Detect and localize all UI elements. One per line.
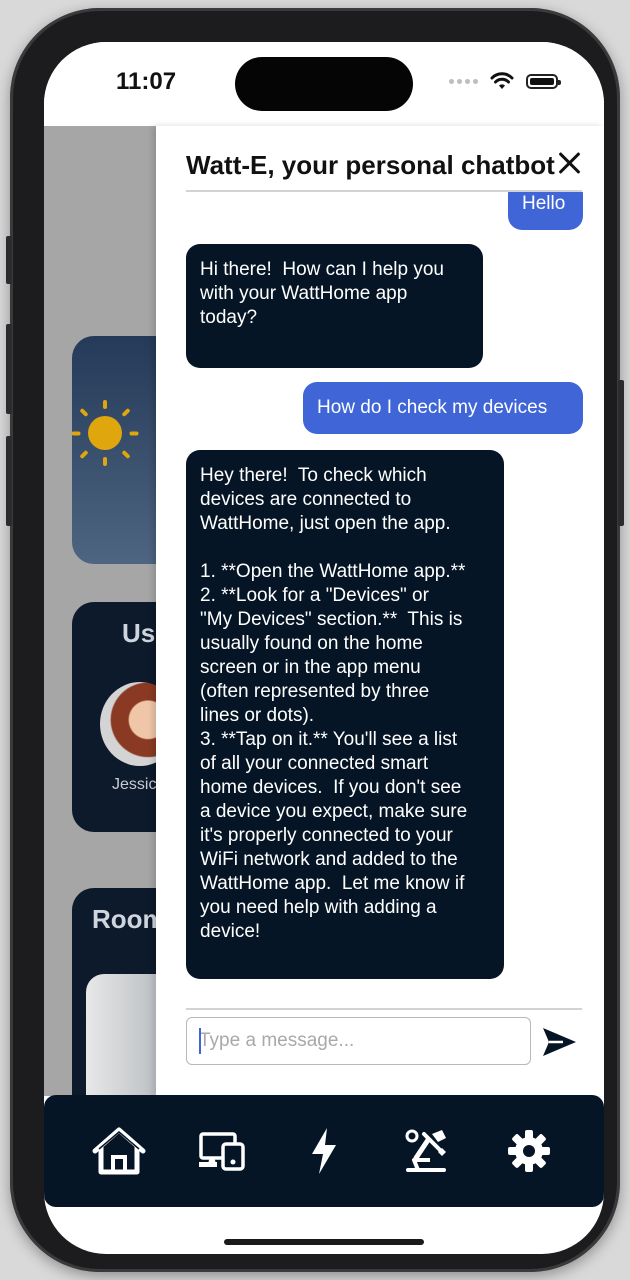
message-list[interactable]: Hello Hi there! How can I help you with … <box>156 192 604 1010</box>
power-button <box>618 380 624 526</box>
energy-bolt-icon <box>311 1128 336 1174</box>
user-message: Hello <box>508 192 583 230</box>
volume-up-button <box>6 324 12 414</box>
settings-gear-icon <box>507 1130 550 1172</box>
dynamic-island <box>235 57 413 111</box>
cellular-signal-icon <box>449 78 478 84</box>
home-icon <box>92 1127 146 1175</box>
user-name: Jessic <box>112 776 156 793</box>
message-input[interactable] <box>186 1017 531 1065</box>
send-icon[interactable] <box>539 1024 579 1060</box>
background-app: Use Jessic Room <box>44 126 156 1096</box>
close-icon[interactable] <box>557 150 583 176</box>
status-bar: 11:07 <box>44 42 604 126</box>
bot-message: Hey there! To check which devices are co… <box>186 450 504 979</box>
action-button <box>6 236 12 284</box>
avatar <box>100 682 156 766</box>
rooms-title: Room <box>92 904 156 934</box>
tools-icon <box>405 1129 447 1172</box>
sun-icon <box>88 416 122 450</box>
tab-bar <box>44 1095 604 1207</box>
room-image <box>86 974 156 1096</box>
tab-home[interactable] <box>84 1116 154 1186</box>
rooms-card: Room <box>72 888 156 1096</box>
screen: 11:07 Us Jessic Room Watt-E, your person… <box>44 42 604 1254</box>
tab-tools[interactable] <box>391 1116 461 1186</box>
divider <box>186 1008 582 1010</box>
devices-icon <box>198 1132 245 1171</box>
chatbot-panel: Watt-E, your personal chatbot Hello Hi t… <box>156 126 604 1096</box>
users-title: Use <box>122 618 156 648</box>
status-time: 11:07 <box>116 68 177 95</box>
bot-message: Hi there! How can I help you with your W… <box>186 244 483 368</box>
text-cursor <box>199 1028 201 1054</box>
status-icons <box>449 72 561 90</box>
tab-energy[interactable] <box>289 1116 359 1186</box>
weather-card <box>71 336 156 564</box>
chat-title: Watt-E, your personal chatbot <box>186 150 555 180</box>
tab-devices[interactable] <box>187 1116 257 1186</box>
battery-icon <box>526 73 561 89</box>
phone-frame: 11:07 Us Jessic Room Watt-E, your person… <box>6 8 624 1272</box>
user-message: How do I check my devices <box>303 382 583 434</box>
tab-settings[interactable] <box>494 1116 564 1186</box>
users-card: Use Jessic <box>72 602 156 832</box>
wifi-icon <box>490 72 514 89</box>
volume-down-button <box>6 436 12 526</box>
home-indicator <box>224 1239 424 1245</box>
